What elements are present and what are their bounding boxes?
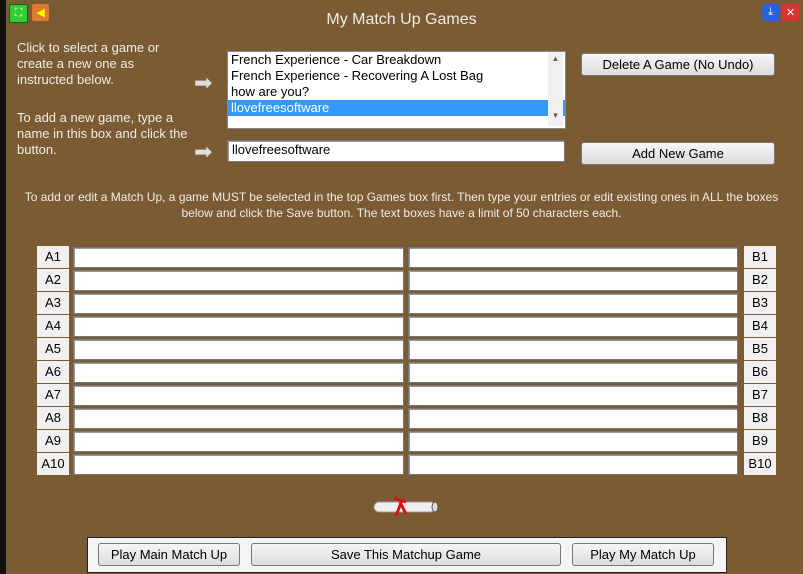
- row-label-a: A7: [37, 384, 69, 406]
- entry-b-input[interactable]: [408, 339, 738, 360]
- row-label-b: B1: [744, 246, 776, 268]
- entry-b-input[interactable]: [408, 431, 738, 452]
- arrow-right-icon: ➡: [194, 70, 213, 95]
- entry-a-input[interactable]: [73, 339, 404, 360]
- entry-b-input[interactable]: [408, 362, 738, 383]
- entry-b-input[interactable]: [408, 454, 738, 475]
- entry-a-input[interactable]: [73, 408, 404, 429]
- entry-b-input[interactable]: [408, 247, 738, 268]
- row-label-a: A3: [37, 292, 69, 314]
- row-label-b: B3: [744, 292, 776, 314]
- select-instructions: Click to select a game or create a new o…: [17, 40, 160, 87]
- row-label-b: B6: [744, 361, 776, 383]
- row-label-a: A5: [37, 338, 69, 360]
- row-label-a: A6: [37, 361, 69, 383]
- play-my-match-up-button[interactable]: Play My Match Up: [572, 543, 714, 566]
- entry-b-input[interactable]: [408, 270, 738, 291]
- entry-a-input[interactable]: [73, 316, 404, 337]
- delete-game-button[interactable]: Delete A Game (No Undo): [581, 53, 775, 76]
- entry-a-input[interactable]: [73, 385, 404, 406]
- entry-b-input[interactable]: [408, 293, 738, 314]
- entry-a-input[interactable]: [73, 362, 404, 383]
- row-label-b: B2: [744, 269, 776, 291]
- row-label-b: B7: [744, 384, 776, 406]
- entry-a-input[interactable]: [73, 270, 404, 291]
- games-listbox[interactable]: French Experience - Car Breakdown French …: [227, 51, 566, 129]
- arrow-right-icon: ➡: [194, 139, 213, 164]
- add-instructions: To add a new game, type a name in this b…: [17, 110, 188, 157]
- window-edge: [0, 0, 6, 574]
- row-label-a: A9: [37, 430, 69, 452]
- game-list-item[interactable]: llovefreesoftware: [228, 100, 565, 116]
- entry-a-input[interactable]: [73, 431, 404, 452]
- game-list-item[interactable]: French Experience - Recovering A Lost Ba…: [228, 68, 565, 84]
- row-label-b: B5: [744, 338, 776, 360]
- play-main-match-up-button[interactable]: Play Main Match Up: [98, 543, 240, 566]
- entry-a-input[interactable]: [73, 247, 404, 268]
- row-label-a: A4: [37, 315, 69, 337]
- entry-b-input[interactable]: [408, 408, 738, 429]
- edit-instructions: To add or edit a Match Up, a game MUST b…: [24, 190, 779, 220]
- row-label-a: A8: [37, 407, 69, 429]
- listbox-scrollbar[interactable]: ▲ ▼: [548, 52, 563, 126]
- new-game-input[interactable]: llovefreesoftware: [227, 140, 565, 162]
- entry-b-input[interactable]: [408, 316, 738, 337]
- diploma-scroll-icon: [372, 496, 439, 518]
- game-list-item[interactable]: French Experience - Car Breakdown: [228, 52, 565, 68]
- add-new-game-button[interactable]: Add New Game: [581, 142, 775, 165]
- entry-a-input[interactable]: [73, 454, 404, 475]
- game-list-item[interactable]: how are you?: [228, 84, 565, 100]
- row-label-b: B4: [744, 315, 776, 337]
- row-label-b: B10: [744, 453, 776, 475]
- row-label-a: A10: [37, 453, 69, 475]
- window-title: My Match Up Games: [326, 11, 477, 28]
- row-label-a: A1: [37, 246, 69, 268]
- entry-a-input[interactable]: [73, 293, 404, 314]
- entry-b-input[interactable]: [408, 385, 738, 406]
- row-label-b: B8: [744, 407, 776, 429]
- row-label-a: A2: [37, 269, 69, 291]
- save-matchup-button[interactable]: Save This Matchup Game: [251, 543, 561, 566]
- row-label-b: B9: [744, 430, 776, 452]
